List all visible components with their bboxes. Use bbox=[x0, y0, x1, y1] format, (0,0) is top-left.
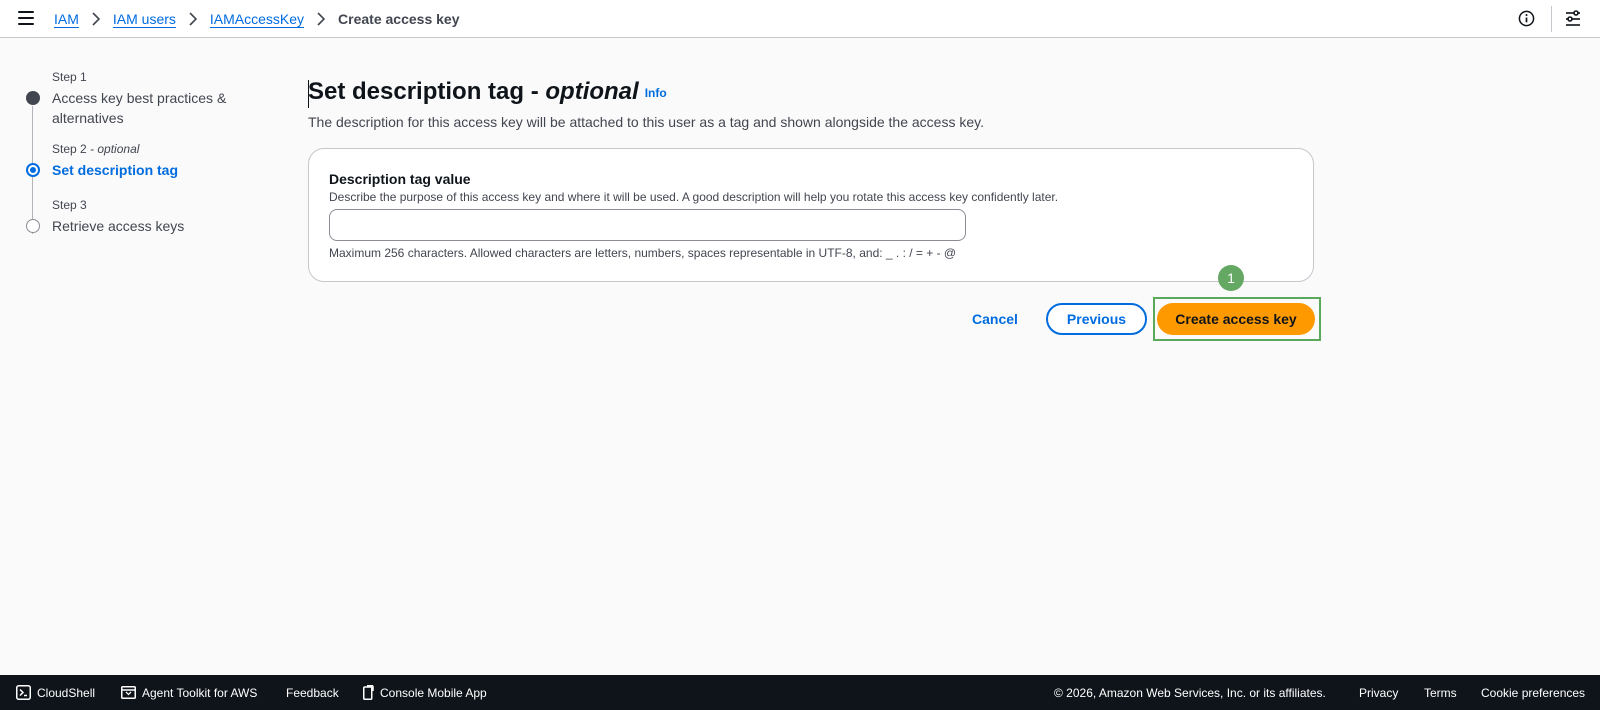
mobile-app-label: Console Mobile App bbox=[380, 685, 487, 700]
cancel-button[interactable]: Cancel bbox=[965, 304, 1025, 334]
copyright: © 2026, Amazon Web Services, Inc. or its… bbox=[1054, 685, 1326, 700]
step-todo-indicator bbox=[26, 219, 40, 233]
step-title: Retrieve access keys bbox=[52, 218, 185, 234]
description-tag-panel: Description tag value Describe the purpo… bbox=[308, 148, 1314, 282]
cookie-preferences-link[interactable]: Cookie preferences bbox=[1481, 675, 1585, 710]
step-caption: Step 2 - optional bbox=[52, 142, 140, 156]
breadcrumb-user[interactable]: IAMAccessKey bbox=[210, 11, 304, 27]
top-navigation-bar: IAM IAM users IAMAccessKey Create access… bbox=[0, 0, 1600, 38]
breadcrumb: IAM IAM users IAMAccessKey Create access… bbox=[54, 0, 459, 38]
cloudshell-icon bbox=[16, 685, 31, 700]
settings-icon[interactable] bbox=[1564, 9, 1582, 28]
annotation-marker: 1 bbox=[1218, 265, 1244, 291]
previous-button[interactable]: Previous bbox=[1046, 303, 1147, 335]
info-link[interactable]: Info bbox=[645, 86, 667, 100]
page-subtitle: The description for this access key will… bbox=[308, 114, 984, 130]
field-constraint: Maximum 256 characters. Allowed characte… bbox=[329, 246, 957, 260]
feedback-link[interactable]: Feedback bbox=[286, 675, 339, 710]
mobile-app-link[interactable]: Console Mobile App bbox=[363, 675, 487, 710]
chevron-right-icon bbox=[79, 12, 113, 26]
divider bbox=[1551, 6, 1552, 32]
agent-toolkit-link[interactable]: Agent Toolkit for AWS bbox=[121, 675, 257, 710]
breadcrumb-current: Create access key bbox=[338, 11, 460, 27]
privacy-link[interactable]: Privacy bbox=[1359, 675, 1398, 710]
cloudshell-label: CloudShell bbox=[37, 685, 96, 700]
breadcrumb-iam-users[interactable]: IAM users bbox=[113, 11, 176, 27]
agent-toolkit-icon bbox=[121, 686, 136, 699]
cloudshell-link[interactable]: CloudShell bbox=[16, 675, 95, 710]
field-description: Describe the purpose of this access key … bbox=[329, 190, 1059, 204]
step-done-indicator bbox=[26, 91, 40, 105]
breadcrumb-iam[interactable]: IAM bbox=[54, 11, 79, 27]
field-label: Description tag value bbox=[329, 171, 471, 187]
step-caption: Step 1 bbox=[52, 70, 87, 84]
chevron-right-icon bbox=[176, 12, 210, 26]
create-access-key-button[interactable]: Create access key bbox=[1157, 303, 1315, 335]
console-footer: CloudShell Agent Toolkit for AWS Feedbac… bbox=[0, 675, 1600, 710]
mobile-icon bbox=[363, 685, 374, 700]
chevron-right-icon bbox=[304, 12, 338, 26]
step-title: Set description tag bbox=[52, 162, 179, 178]
feedback-label: Feedback bbox=[286, 685, 339, 700]
info-circle-icon[interactable] bbox=[1518, 10, 1535, 27]
page-title: Set description tag - optional Info bbox=[308, 78, 667, 105]
agent-toolkit-label: Agent Toolkit for AWS bbox=[142, 685, 258, 700]
menu-icon[interactable] bbox=[18, 11, 34, 25]
step-caption: Step 3 bbox=[52, 198, 87, 212]
description-tag-input[interactable] bbox=[329, 209, 966, 241]
step-title: Access key best practices & alternatives bbox=[52, 90, 227, 126]
terms-link[interactable]: Terms bbox=[1424, 675, 1457, 710]
step-active-indicator bbox=[26, 163, 40, 177]
